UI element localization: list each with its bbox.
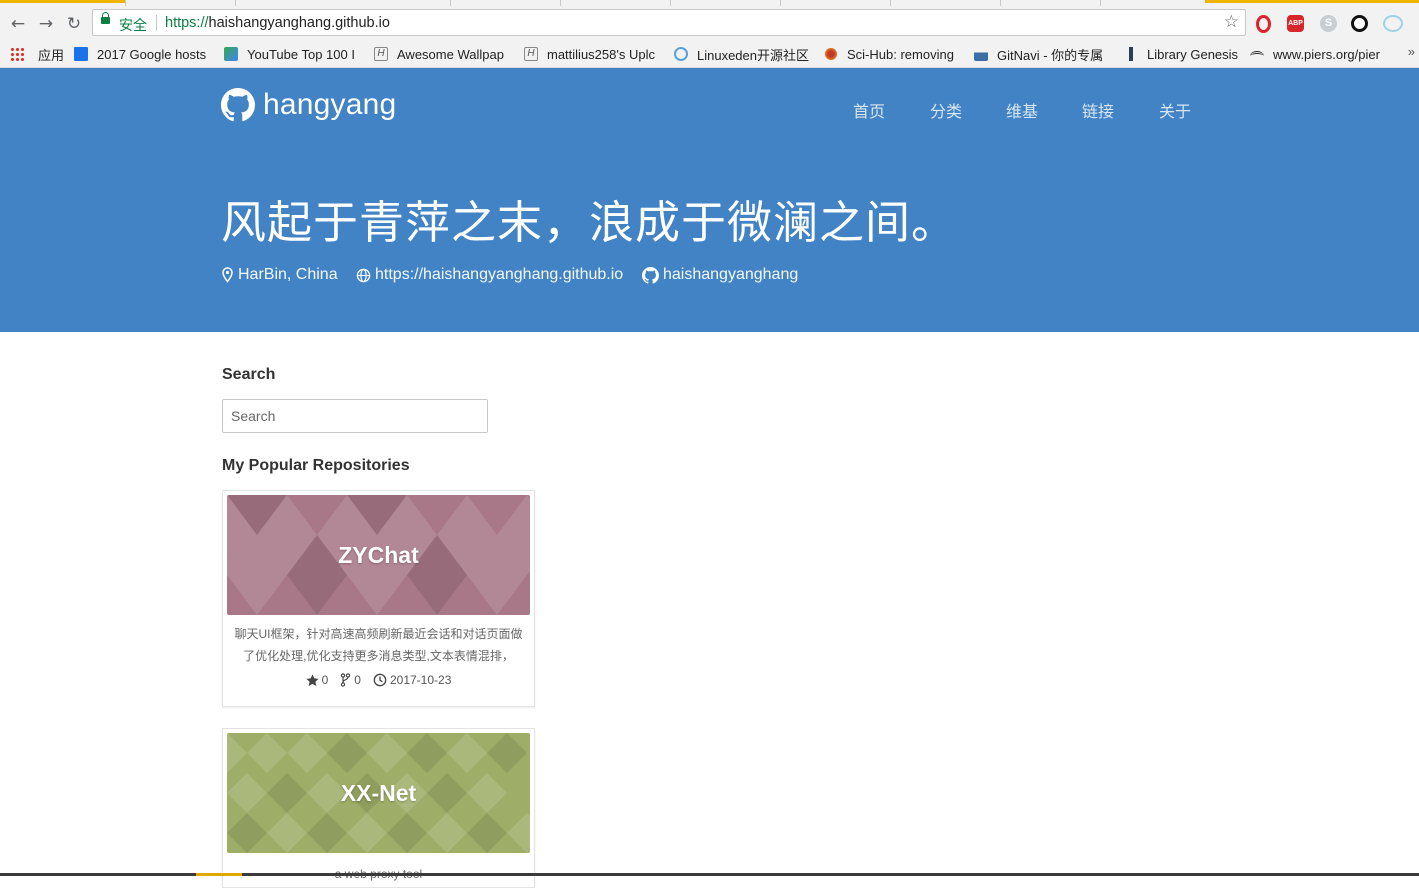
page-content: Search My Popular Repositories ZYChat xyxy=(0,332,1419,888)
nav-links[interactable]: 链接 xyxy=(1082,98,1114,122)
repo-cover[interactable]: ZYChat xyxy=(227,495,530,615)
bookmark-label: Library Genesis xyxy=(1147,46,1239,62)
search-input[interactable] xyxy=(222,399,488,433)
hero-banner: hangyang 首页 分类 维基 链接 关于 风起于青萍之末，浪成于微澜之间。… xyxy=(0,68,1419,332)
address-divider xyxy=(156,15,157,31)
bookmark-linuxeden[interactable]: Linuxeden开源社区 xyxy=(674,45,810,63)
meta-website[interactable]: https://haishangyanghang.github.io xyxy=(356,266,623,284)
opera-extension-icon[interactable] xyxy=(1256,15,1271,33)
bookmarks-more-icon[interactable]: » xyxy=(1408,44,1415,59)
lock-icon xyxy=(101,12,110,24)
bookmark-library-genesis[interactable]: Library Genesis xyxy=(1124,45,1244,63)
brand-name: hangyang xyxy=(263,88,397,121)
nav-wiki[interactable]: 维基 xyxy=(1006,98,1038,122)
site-brand[interactable]: hangyang xyxy=(221,88,396,122)
bookmark-apps[interactable]: 应用 xyxy=(38,45,64,63)
youtube-map-icon xyxy=(224,47,238,61)
hexo-h-icon: H xyxy=(524,47,538,61)
repos-heading: My Popular Repositories xyxy=(222,457,410,474)
linuxeden-icon xyxy=(674,47,688,61)
repo-forks: 0 xyxy=(340,673,361,687)
gitnavi-icon xyxy=(974,47,988,61)
star-icon xyxy=(306,673,319,686)
bookmark-label: Linuxeden开源社区 xyxy=(697,47,809,63)
map-pin-icon xyxy=(222,267,233,283)
bookmarks-bar: 应用 2017 Google hosts YouTube Top 100 I H… xyxy=(0,40,1419,68)
bookmark-label: GitNavi - 你的专属 xyxy=(997,47,1104,63)
bookmark-label: 2017 Google hosts xyxy=(97,46,207,62)
tab-accent xyxy=(1205,0,1419,3)
bookmark-youtube-top[interactable]: YouTube Top 100 I xyxy=(224,45,360,63)
eye-extension-icon[interactable] xyxy=(1383,15,1403,32)
repo-description: 聊天UI框架，针对高速高频刷新最近会话和对话页面做了优化处理,优化支持更多消息类… xyxy=(234,627,523,663)
url-scheme: https:// xyxy=(165,15,209,31)
bookmark-star-icon[interactable]: ☆ xyxy=(1224,12,1239,32)
address-bar[interactable]: 安全 https://haishangyanghang.github.io ☆ xyxy=(92,9,1246,36)
nav-categories[interactable]: 分类 xyxy=(930,98,962,122)
meta-github[interactable]: haishangyanghang xyxy=(642,266,798,284)
url-text[interactable]: https://haishangyanghang.github.io xyxy=(165,15,390,31)
tab-accent xyxy=(0,0,125,3)
github-icon xyxy=(642,266,659,284)
repo-card[interactable]: XX-Net a web proxy tool xyxy=(222,728,535,888)
apps-grid-icon[interactable] xyxy=(10,47,24,61)
bookmark-awesome-wallpaper[interactable]: H Awesome Wallpap xyxy=(374,45,510,63)
updated-date: 2017-10-23 xyxy=(389,673,452,687)
skype-extension-icon[interactable]: S xyxy=(1320,15,1337,32)
clock-icon xyxy=(373,673,387,687)
nav-home[interactable]: 首页 xyxy=(853,98,885,122)
repo-name: ZYChat xyxy=(338,541,419,568)
bookmark-gitnavi[interactable]: GitNavi - 你的专属 xyxy=(974,45,1110,63)
secure-label: 安全 xyxy=(119,17,147,33)
github-logo-icon xyxy=(221,88,255,122)
repo-name: XX-Net xyxy=(340,779,417,806)
globe-icon xyxy=(356,268,371,282)
forks-count: 0 xyxy=(354,673,361,687)
stars-count: 0 xyxy=(321,673,329,687)
repo-stars: 0 xyxy=(306,673,329,687)
location-text: HarBin, China xyxy=(238,266,338,283)
repo-stats: 0 0 2017-10-23 xyxy=(223,673,534,687)
bookmark-label: Sci-Hub: removing xyxy=(847,46,954,62)
scihub-eye-icon xyxy=(824,47,838,61)
fork-icon xyxy=(341,673,351,687)
search-heading: Search xyxy=(222,366,276,383)
browser-toolbar: ← → ↻ 安全 https://haishangyanghang.github… xyxy=(0,6,1419,40)
url-host: haishangyanghang.github.io xyxy=(208,15,390,31)
repo-card[interactable]: ZYChat 聊天UI框架，针对高速高频刷新最近会话和对话页面做了优化处理,优化… xyxy=(222,490,535,707)
adblock-plus-icon[interactable]: ABP xyxy=(1287,15,1304,32)
reload-icon[interactable]: ↻ xyxy=(64,14,84,34)
repo-updated: 2017-10-23 xyxy=(373,673,451,687)
meta-location: HarBin, China xyxy=(221,266,338,284)
bookmark-google-hosts[interactable]: 2017 Google hosts xyxy=(74,45,210,63)
nav-about[interactable]: 关于 xyxy=(1159,98,1191,122)
repo-cover[interactable]: XX-Net xyxy=(227,733,530,853)
hexo-h-icon: H xyxy=(374,47,388,61)
forward-arrow-icon[interactable]: → xyxy=(36,14,56,34)
bookmark-label: 应用 xyxy=(38,47,65,63)
github-username: haishangyanghang xyxy=(663,266,799,283)
bookmark-mattilius[interactable]: H mattilius258's Uplc xyxy=(524,45,660,63)
bookmark-piers[interactable]: www.piers.org/pier xyxy=(1250,45,1388,63)
bookmark-scihub[interactable]: Sci-Hub: removing xyxy=(824,45,960,63)
site-motto: 风起于青萍之末，浪成于微澜之间。 xyxy=(221,197,958,248)
libgen-icon xyxy=(1124,47,1138,61)
bookmark-label: mattilius258's Uplc xyxy=(547,46,655,62)
piers-icon xyxy=(1250,51,1264,61)
circle-extension-icon[interactable] xyxy=(1351,15,1368,32)
bookmark-label: www.piers.org/pier xyxy=(1273,46,1380,62)
bookmark-blue-icon xyxy=(74,47,88,61)
website-link: https://haishangyanghang.github.io xyxy=(375,266,624,283)
bookmark-label: YouTube Top 100 I xyxy=(247,46,355,62)
bookmark-label: Awesome Wallpap xyxy=(397,46,504,62)
back-arrow-icon[interactable]: ← xyxy=(8,14,28,34)
